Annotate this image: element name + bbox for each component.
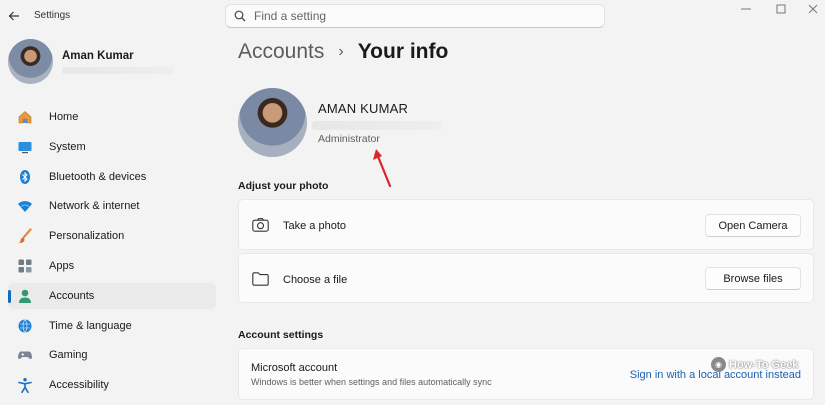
annotation-arrow-icon [373, 149, 392, 188]
sidebar-item-label: Accessibility [49, 379, 109, 392]
title-bar: Settings [0, 0, 825, 32]
system-icon [16, 138, 33, 155]
sidebar-item-personalization[interactable]: Personalization [8, 223, 216, 249]
sidebar-item-accessibility[interactable]: Accessibility [8, 372, 216, 398]
app-title: Settings [34, 10, 71, 21]
take-photo-label: Take a photo [283, 220, 346, 232]
take-photo-card: Take a photo Open Camera [238, 199, 814, 250]
apps-icon [16, 257, 33, 274]
sidebar-item-label: System [49, 140, 86, 153]
maximize-button[interactable] [763, 0, 799, 18]
profile-picture [238, 88, 307, 157]
microsoft-account-title: Microsoft account [251, 362, 338, 374]
sidebar-item-label: Accounts [49, 289, 95, 302]
maximize-icon [776, 4, 786, 14]
redacted-email [312, 121, 442, 130]
user-role: Administrator [318, 133, 380, 145]
sidebar-nav: Home System Bluetooth & devices Network … [8, 104, 216, 402]
sidebar-profile[interactable]: Aman Kumar [8, 39, 208, 85]
section-heading-account-settings: Account settings [238, 329, 324, 341]
minimize-icon [741, 8, 751, 10]
section-heading-adjust-photo: Adjust your photo [238, 180, 329, 192]
sidebar-item-label: Time & language [49, 319, 132, 332]
sidebar-item-time-language[interactable]: Time & language [8, 313, 216, 339]
gamepad-icon [16, 347, 33, 364]
back-button[interactable] [4, 6, 24, 26]
search-input[interactable] [254, 9, 574, 23]
back-arrow-icon [8, 11, 19, 21]
brush-icon [16, 228, 33, 245]
minimize-button[interactable] [728, 0, 764, 18]
htg-logo-icon: ◉ [711, 357, 726, 372]
home-icon [16, 109, 33, 126]
bluetooth-icon [16, 168, 33, 185]
sidebar-item-home[interactable]: Home [8, 104, 216, 130]
search-icon [234, 9, 248, 23]
sidebar-item-bluetooth[interactable]: Bluetooth & devices [8, 164, 216, 190]
sidebar-item-label: Personalization [49, 230, 125, 243]
sidebar-item-label: Home [49, 111, 79, 123]
choose-file-label: Choose a file [283, 274, 348, 286]
microsoft-account-card: Microsoft account Windows is better when… [238, 348, 814, 400]
sidebar-item-label: Bluetooth & devices [49, 170, 147, 183]
open-camera-button[interactable]: Open Camera [705, 214, 801, 237]
microsoft-account-description: Windows is better when settings and file… [251, 377, 492, 387]
sidebar-item-label: Gaming [49, 349, 88, 362]
camera-icon [251, 216, 269, 234]
accounts-icon [16, 287, 33, 304]
wifi-icon [16, 198, 33, 215]
globe-icon [16, 317, 33, 334]
close-button[interactable] [795, 0, 825, 18]
sidebar-item-network[interactable]: Network & internet [8, 193, 216, 219]
user-display-name: AMAN KUMAR [318, 101, 409, 116]
redacted-email [62, 67, 174, 74]
watermark: ◉ How-To Geek [711, 357, 798, 372]
browse-files-button[interactable]: Browse files [705, 267, 801, 290]
sidebar-item-apps[interactable]: Apps [8, 253, 216, 279]
breadcrumb-parent[interactable]: Accounts [238, 40, 324, 64]
breadcrumb-separator: › [338, 43, 344, 60]
sidebar-item-gaming[interactable]: Gaming [8, 342, 216, 368]
watermark-text: How-To Geek [729, 358, 799, 371]
sidebar-item-label: Apps [49, 259, 75, 272]
sidebar-item-accounts[interactable]: Accounts [8, 282, 216, 309]
sidebar-item-system[interactable]: System [8, 134, 216, 160]
page-title: Your info [357, 40, 449, 63]
avatar [8, 39, 53, 84]
search-box[interactable] [225, 4, 605, 28]
accessibility-icon [16, 377, 33, 394]
folder-icon [251, 270, 269, 288]
close-icon [808, 4, 818, 14]
choose-file-card: Choose a file Browse files [238, 253, 814, 303]
sidebar-item-label: Network & internet [49, 200, 140, 213]
profile-name: Aman Kumar [62, 50, 134, 62]
breadcrumb: Accounts › Your info [238, 40, 448, 64]
